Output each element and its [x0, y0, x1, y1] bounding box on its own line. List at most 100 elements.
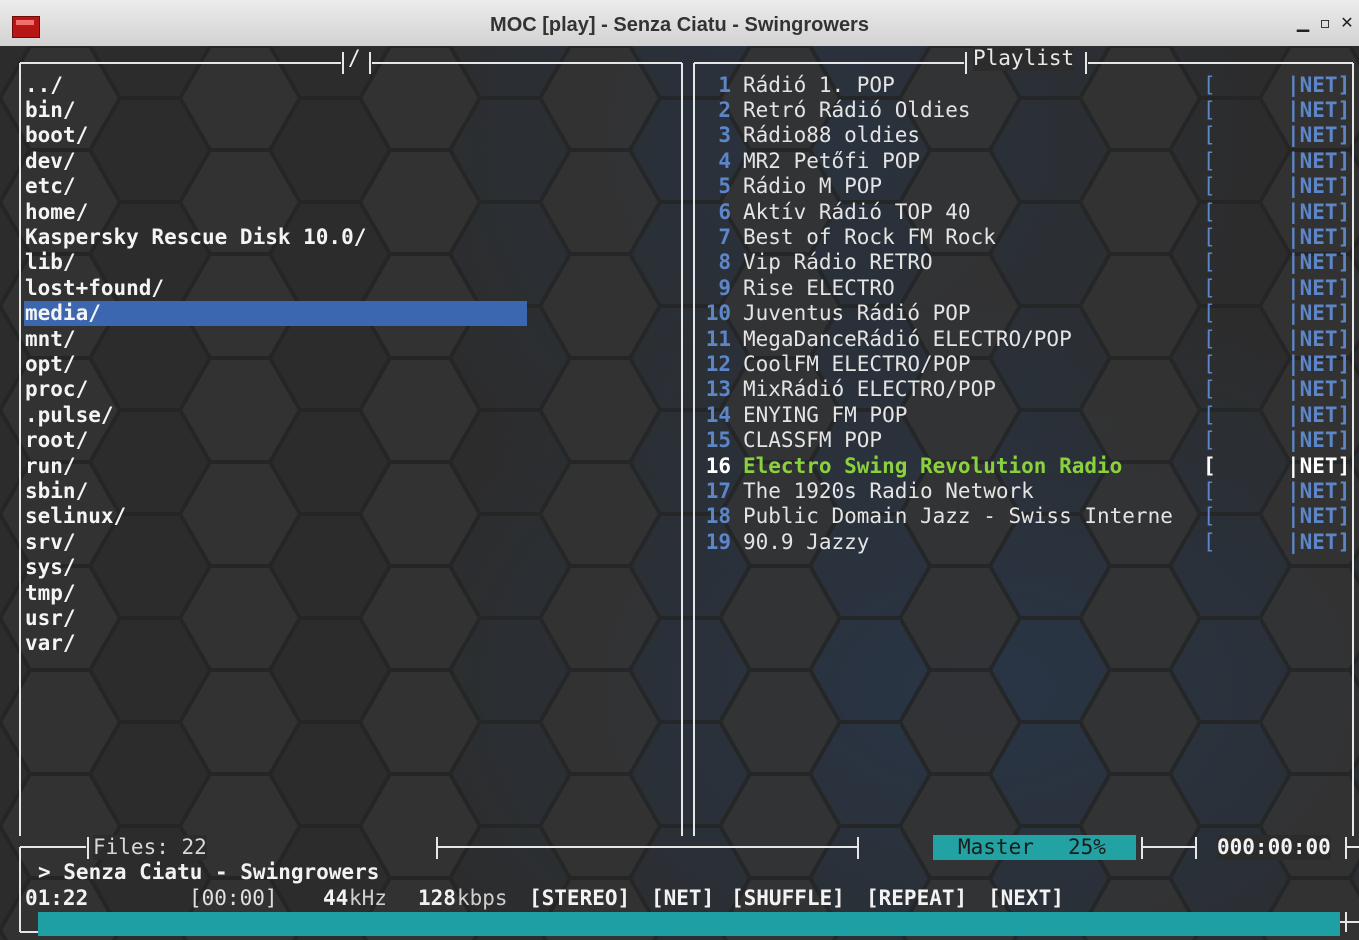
bitrate-value: 128 [418, 886, 456, 910]
playlist-title: Playlist [973, 46, 1075, 71]
track-title: Juventus Rádió POP [743, 301, 971, 325]
volume-label: Master [958, 835, 1034, 859]
track-net-tag: |NET] [1287, 250, 1351, 274]
dir-entry-root[interactable]: root/ [25, 428, 88, 453]
files-count: Files: 22 [93, 835, 207, 860]
track-title: Electro Swing Revolution Radio [743, 454, 1123, 478]
track-net-tag: |NET] [1287, 479, 1351, 503]
window-titlebar[interactable]: MOC [play] - Senza Ciatu - Swingrowers ▁… [0, 0, 1359, 47]
track-title: MegaDanceRádió ELECTRO/POP [743, 327, 1072, 351]
track-number: 1 [718, 73, 731, 97]
track-time-open: [ [1203, 200, 1216, 224]
flag-stereo: [STEREO] [529, 886, 631, 910]
dir-entry-media[interactable]: media/ [25, 301, 101, 326]
window-title: MOC [play] - Senza Ciatu - Swingrowers [490, 14, 869, 36]
track-number: 9 [718, 276, 731, 300]
track-net-tag: |NET] [1287, 73, 1351, 97]
dir-entry-proc[interactable]: proc/ [25, 377, 88, 402]
track-time-open: [ [1203, 352, 1216, 376]
dir-entry-home[interactable]: home/ [25, 200, 88, 225]
track-number: 19 [705, 530, 731, 554]
track-net-tag: |NET] [1287, 301, 1351, 325]
track-net-tag: |NET] [1287, 276, 1351, 300]
track-net-tag: |NET] [1287, 504, 1351, 528]
dir-entry-kaspersky[interactable]: Kaspersky Rescue Disk 10.0/ [25, 225, 366, 250]
dir-entry-run[interactable]: run/ [25, 454, 76, 479]
dir-entry-dev[interactable]: dev/ [25, 149, 76, 174]
close-button[interactable]: ✕ [1336, 12, 1358, 34]
dir-entry-lost-found[interactable]: lost+found/ [25, 276, 164, 301]
track-number: 15 [705, 428, 731, 452]
track-time-open: [ [1203, 98, 1216, 122]
track-number: 16 [705, 454, 731, 478]
panel-frames [19, 52, 1359, 933]
left-panel-title: / [348, 46, 361, 71]
playback-progress-bar[interactable] [38, 912, 1340, 936]
flag-repeat: [REPEAT] [866, 886, 968, 910]
track-time-open: [ [1203, 225, 1216, 249]
dir-entry-boot[interactable]: boot/ [25, 123, 88, 148]
total-time: 000:00:00 [1217, 835, 1331, 860]
track-title: MR2 Petőfi POP [743, 149, 921, 173]
flag-shuffle: [SHUFFLE] [731, 886, 845, 910]
track-title: Rádio88 oldies [743, 123, 921, 147]
track-time-open: [ [1203, 174, 1216, 198]
terminal: / ../ bin/ boot/ dev/ etc/ home/ Kaspers… [0, 46, 1359, 940]
track-number: 7 [718, 225, 731, 249]
track-time-open: [ [1203, 73, 1216, 97]
dir-entry-parent[interactable]: ../ [25, 73, 63, 98]
track-time-open: [ [1203, 504, 1216, 528]
dir-entry-bin[interactable]: bin/ [25, 98, 76, 123]
track-time-open: [ [1203, 479, 1216, 503]
track-net-tag: |NET] [1287, 327, 1351, 351]
track-number: 6 [718, 200, 731, 224]
track-net-tag: |NET] [1287, 454, 1351, 478]
track-net-tag: |NET] [1287, 352, 1351, 376]
track-title: ENYING FM POP [743, 403, 908, 427]
dir-entry-lib[interactable]: lib/ [25, 250, 76, 275]
dir-entry-sbin[interactable]: sbin/ [25, 479, 88, 504]
track-time-open: [ [1203, 403, 1216, 427]
track-time-open: [ [1203, 250, 1216, 274]
track-net-tag: |NET] [1287, 377, 1351, 401]
track-title: MixRádió ELECTRO/POP [743, 377, 996, 401]
track-time-open: [ [1203, 276, 1216, 300]
track-number: 17 [705, 479, 731, 503]
flag-next: [NEXT] [988, 886, 1064, 910]
track-number: 3 [718, 123, 731, 147]
dir-entry-var[interactable]: var/ [25, 631, 76, 656]
dir-entry-tmp[interactable]: tmp/ [25, 581, 76, 606]
track-net-tag: |NET] [1287, 174, 1351, 198]
track-title: CLASSFM POP [743, 428, 883, 452]
dir-entry-mnt[interactable]: mnt/ [25, 327, 76, 352]
dir-entry-srv[interactable]: srv/ [25, 530, 76, 555]
track-net-tag: |NET] [1287, 200, 1351, 224]
now-playing-title: > Senza Ciatu - Swingrowers [38, 860, 380, 884]
track-number: 10 [705, 301, 731, 325]
track-number: 2 [718, 98, 731, 122]
dir-entry-pulse[interactable]: .pulse/ [25, 403, 114, 428]
track-net-tag: |NET] [1287, 428, 1351, 452]
minimize-button[interactable]: ▁ [1292, 12, 1314, 34]
bitrate-unit: kbps [457, 886, 508, 910]
dir-entry-sys[interactable]: sys/ [25, 555, 76, 580]
track-number: 8 [718, 250, 731, 274]
track-number: 18 [705, 504, 731, 528]
track-time-open: [ [1203, 454, 1216, 478]
track-title: Aktív Rádió TOP 40 [743, 200, 971, 224]
track-time-open: [ [1203, 428, 1216, 452]
track-title: Best of Rock FM Rock [743, 225, 996, 249]
track-number: 4 [718, 149, 731, 173]
dir-entry-opt[interactable]: opt/ [25, 352, 76, 377]
dir-entry-selinux[interactable]: selinux/ [25, 504, 126, 529]
elapsed-time: 01:22 [25, 886, 89, 910]
track-number: 5 [718, 174, 731, 198]
maximize-button[interactable]: ▫ [1314, 12, 1336, 34]
track-number: 11 [705, 327, 731, 351]
dir-entry-usr[interactable]: usr/ [25, 606, 76, 631]
dir-entry-etc[interactable]: etc/ [25, 174, 76, 199]
volume-percent: 25% [1068, 835, 1106, 859]
track-number: 14 [705, 403, 731, 427]
sample-rate-value: 44 [323, 886, 349, 910]
track-title: Public Domain Jazz - Swiss Interne [743, 504, 1173, 528]
